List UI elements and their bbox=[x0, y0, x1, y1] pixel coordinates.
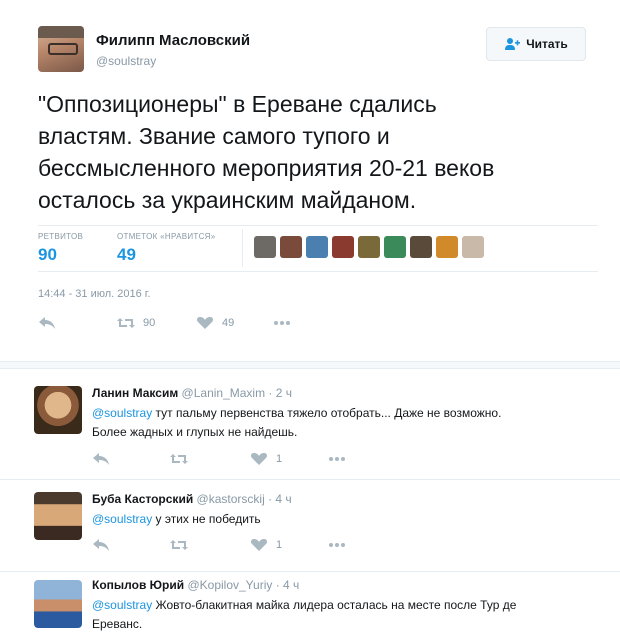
reply-like-count: 1 bbox=[276, 539, 283, 551]
more-button[interactable] bbox=[273, 316, 291, 330]
reply-item[interactable]: Копылов Юрий @Kopilov_Yuriy · 4 ч @souls… bbox=[0, 572, 620, 644]
reply-avatar[interactable] bbox=[34, 580, 82, 628]
heart-icon bbox=[250, 453, 268, 465]
tweet-text-line: осталось за украинским майданом. bbox=[38, 187, 417, 213]
like-action-count: 49 bbox=[222, 317, 235, 329]
liker-avatar[interactable] bbox=[280, 236, 302, 258]
reply-avatar[interactable] bbox=[34, 492, 82, 540]
like-button[interactable]: 49 bbox=[196, 316, 234, 330]
more-dots-icon bbox=[329, 543, 345, 547]
reply-mention[interactable]: @soulstray bbox=[92, 598, 152, 612]
reply-reply-button[interactable] bbox=[92, 538, 110, 552]
retweet-icon bbox=[117, 318, 135, 328]
reply-text-line: у этих не победить bbox=[152, 512, 261, 526]
liker-avatar[interactable] bbox=[332, 236, 354, 258]
like-stat-label: ОТМЕТОК «НРАВИТСЯ» bbox=[117, 232, 216, 241]
reply-more-button[interactable] bbox=[328, 538, 346, 552]
retweet-action-count: 90 bbox=[143, 317, 156, 329]
retweet-button[interactable]: 90 bbox=[117, 316, 155, 330]
reply-button[interactable] bbox=[38, 316, 56, 330]
tweet-timestamp[interactable]: 14:44 - 31 июл. 2016 г. bbox=[38, 288, 151, 300]
liker-avatar[interactable] bbox=[358, 236, 380, 258]
reply-text: @soulstray Жовто-блакитная майка лидера … bbox=[92, 596, 592, 634]
reply-text-line: тут пальму первенства тяжело отобрать...… bbox=[152, 406, 502, 420]
reply-author-name: Копылов Юрий bbox=[92, 578, 185, 592]
reply-like-button[interactable]: 1 bbox=[250, 538, 282, 552]
reply-text-line: Жовто-блакитная майка лидера осталась на… bbox=[152, 598, 517, 612]
reply-mention[interactable]: @soulstray bbox=[92, 512, 152, 526]
reply-text-line: Ереванс. bbox=[92, 617, 143, 631]
retweet-icon bbox=[170, 454, 188, 464]
reply-retweet-button[interactable] bbox=[170, 538, 188, 552]
retweet-icon bbox=[170, 540, 188, 550]
main-tweet: Филипп Масловский @soulstray Читать "Опп… bbox=[0, 0, 620, 365]
more-dots-icon bbox=[329, 457, 345, 461]
retweet-stat[interactable]: РЕТВИТОВ 90 bbox=[38, 232, 83, 265]
reply-item[interactable]: Буба Касторский @kastorsckij · 4 ч @soul… bbox=[0, 480, 620, 572]
tweet-text-line: "Оппозиционеры" в Ереване сдались bbox=[38, 91, 437, 117]
retweet-stat-label: РЕТВИТОВ bbox=[38, 232, 84, 241]
like-stat[interactable]: ОТМЕТОК «НРАВИТСЯ» 49 bbox=[117, 232, 215, 265]
follow-button[interactable]: Читать bbox=[486, 27, 586, 61]
reply-author[interactable]: Ланин Максим @Lanin_Maxim · 2 ч bbox=[92, 386, 292, 400]
reply-author-handle: @kastorsckij · 4 ч bbox=[196, 492, 292, 506]
liker-avatar[interactable] bbox=[384, 236, 406, 258]
heart-icon bbox=[250, 539, 268, 551]
reply-author-name: Ланин Максим bbox=[92, 386, 179, 400]
reply-icon bbox=[39, 317, 55, 329]
reply-icon bbox=[93, 539, 109, 551]
author-name[interactable]: Филипп Масловский bbox=[96, 32, 250, 49]
reply-author-handle: @Kopilov_Yuriy · 4 ч bbox=[187, 578, 300, 592]
reply-mention[interactable]: @soulstray bbox=[92, 406, 152, 420]
stats-divider-top bbox=[38, 225, 598, 226]
liker-avatar[interactable] bbox=[410, 236, 432, 258]
stats-separator bbox=[242, 229, 243, 267]
follow-user-icon bbox=[505, 38, 521, 50]
reply-author[interactable]: Копылов Юрий @Kopilov_Yuriy · 4 ч bbox=[92, 578, 299, 592]
replies-divider bbox=[0, 361, 620, 369]
follow-label: Читать bbox=[526, 37, 568, 51]
reply-avatar[interactable] bbox=[34, 386, 82, 434]
reply-author-handle: @Lanin_Maxim · 2 ч bbox=[181, 386, 293, 400]
reply-text: @soulstray у этих не победить bbox=[92, 510, 592, 529]
retweet-count[interactable]: 90 bbox=[38, 245, 83, 265]
heart-icon bbox=[196, 317, 214, 329]
author-avatar[interactable] bbox=[38, 26, 84, 72]
reply-icon bbox=[93, 453, 109, 465]
more-dots-icon bbox=[274, 321, 290, 325]
tweet-text-line: властям. Звание самого тупого и bbox=[38, 123, 390, 149]
reply-text: @soulstray тут пальму первенства тяжело … bbox=[92, 404, 592, 442]
author-handle[interactable]: @soulstray bbox=[96, 54, 156, 68]
reply-more-button[interactable] bbox=[328, 452, 346, 466]
tweet-text-line: бессмысленного мероприятия 20-21 веков bbox=[38, 155, 495, 181]
like-count[interactable]: 49 bbox=[117, 245, 215, 265]
reply-like-count: 1 bbox=[276, 453, 283, 465]
liker-avatar[interactable] bbox=[254, 236, 276, 258]
tweet-text: "Оппозиционеры" в Ереване сдались властя… bbox=[38, 88, 598, 216]
reply-reply-button[interactable] bbox=[92, 452, 110, 466]
stats-divider-bottom bbox=[38, 271, 598, 272]
reply-text-line: Более жадных и глупых не найдешь. bbox=[92, 425, 298, 439]
liker-avatar[interactable] bbox=[306, 236, 328, 258]
liker-avatar[interactable] bbox=[462, 236, 484, 258]
liker-avatar[interactable] bbox=[436, 236, 458, 258]
reply-author-name: Буба Касторский bbox=[92, 492, 194, 506]
reply-like-button[interactable]: 1 bbox=[250, 452, 282, 466]
reply-retweet-button[interactable] bbox=[170, 452, 188, 466]
reply-item[interactable]: Ланин Максим @Lanin_Maxim · 2 ч @soulstr… bbox=[0, 370, 620, 480]
likers-avatars bbox=[254, 236, 484, 258]
reply-author[interactable]: Буба Касторский @kastorsckij · 4 ч bbox=[92, 492, 292, 506]
